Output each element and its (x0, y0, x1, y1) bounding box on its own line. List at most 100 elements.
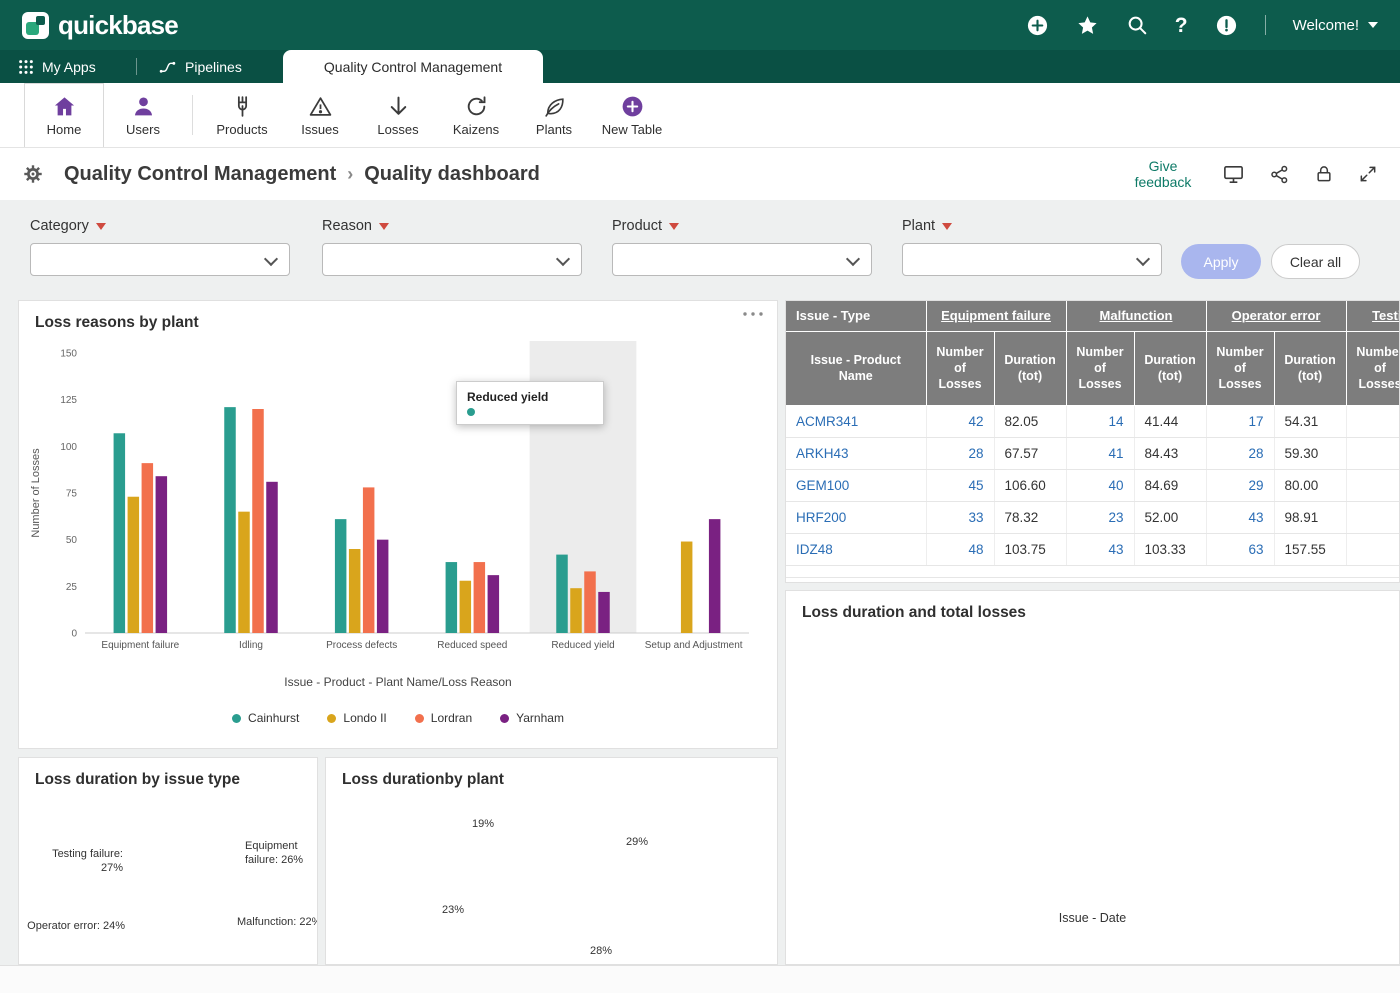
reason-select[interactable] (322, 243, 582, 276)
losses-count-link[interactable]: 45 (926, 469, 994, 501)
favorites-star-icon[interactable] (1076, 14, 1099, 37)
losses-count-link[interactable]: 43 (1066, 533, 1134, 565)
losses-count-link[interactable]: 23 (1066, 501, 1134, 533)
losses-count-link[interactable]: 63 (1206, 533, 1274, 565)
product-name-link[interactable]: IDZ48 (786, 533, 926, 565)
toolbar-item-label: Issues (301, 122, 339, 137)
app-nav-bar: My Apps Pipelines Quality Control Manage… (0, 50, 1400, 83)
product-name-link[interactable]: ARKH43 (786, 437, 926, 469)
product-name-link[interactable]: GEM100 (786, 469, 926, 501)
filter-group-reason: Reason (322, 218, 582, 276)
filter-group-category: Category (30, 218, 290, 276)
duration-value: 82.05 (994, 405, 1066, 437)
bar-chart-legend: CainhurstLondo IILordranYarnham (19, 711, 777, 725)
losses-count-link[interactable]: 42 (926, 405, 994, 437)
losses-count-link[interactable]: 40 (1066, 469, 1134, 501)
toolbar-item-products[interactable]: Products (203, 83, 281, 147)
table-toolbar: HomeUsers Products Issues LossesKaizensPlan… (0, 83, 1400, 148)
toolbar-item-home[interactable]: Home (24, 83, 104, 147)
notifications-icon[interactable] (1215, 14, 1238, 37)
share-icon[interactable] (1269, 164, 1290, 185)
bar-yarnham (488, 575, 500, 633)
losses-count-link[interactable]: 33 (926, 501, 994, 533)
give-feedback-link[interactable]: Give feedback (1128, 158, 1198, 190)
toolbar-item-kaizens[interactable]: Kaizens (437, 83, 515, 147)
losses-count-link[interactable]: 29 (1206, 469, 1274, 501)
toolbar-item-new-table[interactable]: New Table (593, 83, 671, 147)
pipelines-link[interactable]: Pipelines (158, 50, 242, 83)
svg-text:Reduced yield: Reduced yield (551, 640, 614, 651)
toolbar-item-issues[interactable]: Issues (281, 83, 359, 147)
svg-text:50: 50 (66, 535, 78, 546)
home-icon (52, 94, 77, 119)
display-mode-icon[interactable] (1222, 163, 1245, 186)
product-select[interactable] (612, 243, 872, 276)
loss-duration-by-plant-panel: Loss durationby plant 19% 29% 23% 28% (325, 757, 778, 965)
losses-count-link[interactable]: 28 (1206, 437, 1274, 469)
duration-value: 41.44 (1134, 405, 1206, 437)
bar-lordran (363, 487, 375, 633)
toolbar-item-users[interactable]: Users (104, 83, 182, 147)
column-header-malfunction[interactable]: Malfunction (1066, 301, 1206, 331)
column-header-equipment-failure[interactable]: Equipment failure (926, 301, 1066, 331)
plant-select[interactable] (902, 243, 1162, 276)
duration-value: 52.00 (1134, 501, 1206, 533)
combo-chart (786, 621, 1399, 909)
app-tab-quality-control-management[interactable]: Quality Control Management (283, 50, 543, 83)
pipelines-icon (158, 57, 177, 76)
help-icon[interactable]: ? (1175, 15, 1188, 36)
losses-count-link[interactable]: 48 (926, 533, 994, 565)
losses-count-link[interactable] (1346, 533, 1400, 565)
add-icon[interactable] (1026, 14, 1049, 37)
breadcrumb-app[interactable]: Quality Control Management (64, 163, 336, 186)
refresh-icon (464, 94, 489, 119)
search-icon[interactable] (1126, 14, 1148, 36)
pie-label: 19% (472, 818, 494, 832)
lock-icon[interactable] (1314, 164, 1334, 184)
warning-icon (308, 94, 333, 119)
quickbase-logo[interactable]: quickbase (22, 10, 178, 41)
pie-label: 29% (626, 836, 648, 850)
chevron-down-icon (556, 252, 570, 266)
tooltip-rows (467, 408, 593, 416)
losses-count-link[interactable]: 28 (926, 437, 994, 469)
duration-value: 59.30 (1274, 437, 1346, 469)
pipelines-label: Pipelines (185, 59, 242, 75)
my-apps-link[interactable]: My Apps (18, 50, 96, 83)
column-header-operator-error[interactable]: Operator error (1206, 301, 1346, 331)
welcome-menu[interactable]: Welcome! (1293, 17, 1378, 34)
duration-value: 84.69 (1134, 469, 1206, 501)
losses-count-link[interactable]: 14 (1066, 405, 1134, 437)
column-header-testing-failure[interactable]: Testing failure (1346, 301, 1400, 331)
product-name-link[interactable]: ACMR341 (786, 405, 926, 437)
pie-label: 28% (590, 945, 612, 959)
losses-count-link[interactable] (1346, 437, 1400, 469)
toolbar-item-plants[interactable]: Plants (515, 83, 593, 147)
category-select[interactable] (30, 243, 290, 276)
svg-text:Process defects: Process defects (326, 640, 397, 651)
losses-count-link[interactable] (1346, 501, 1400, 533)
issue-type-table-panel: Issue - TypeEquipment failureMalfunction… (785, 300, 1400, 583)
svg-text:25: 25 (66, 582, 78, 593)
losses-count-link[interactable] (1346, 469, 1400, 501)
clear-all-button[interactable]: Clear all (1271, 244, 1360, 279)
bar-lordran (584, 571, 596, 633)
duration-value: 67.57 (994, 437, 1066, 469)
bar-londo-ii (681, 542, 693, 633)
bar-londo-ii (460, 581, 472, 633)
tooltip-dot (467, 408, 475, 416)
apply-button[interactable]: Apply (1181, 244, 1261, 279)
losses-count-link[interactable]: 17 (1206, 405, 1274, 437)
losses-count-link[interactable]: 43 (1206, 501, 1274, 533)
settings-gear-icon[interactable] (22, 163, 44, 185)
page-bar: Quality Control Management › Quality das… (0, 148, 1400, 200)
loss-reasons-panel: Loss reasons by plant 0255075100125150Nu… (18, 300, 778, 749)
svg-text:Reduced speed: Reduced speed (437, 640, 507, 651)
toolbar-item-losses[interactable]: Losses (359, 83, 437, 147)
fullscreen-icon[interactable] (1358, 164, 1378, 184)
product-name-link[interactable]: HRF200 (786, 501, 926, 533)
losses-count-link[interactable]: 41 (1066, 437, 1134, 469)
quickbase-logo-icon (22, 12, 49, 39)
losses-count-link[interactable] (1346, 405, 1400, 437)
panel-menu-icon[interactable] (741, 311, 765, 317)
